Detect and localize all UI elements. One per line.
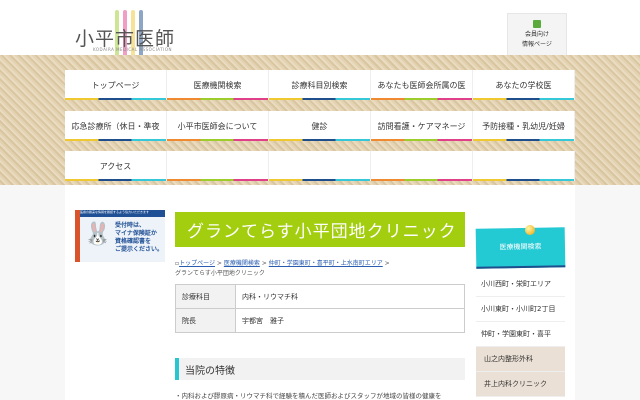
- sidebar-item[interactable]: 小川西町・栄町エリア: [476, 272, 565, 297]
- nav-row-3: アクセス: [65, 151, 575, 181]
- breadcrumb-current: グランてらす小平団地クリニック: [175, 270, 265, 277]
- nav-item[interactable]: 医療機関検索: [167, 70, 269, 100]
- pin-icon: [525, 225, 535, 235]
- nav-item[interactable]: アクセス: [65, 151, 167, 181]
- rabbit-mascot-icon: 🐰: [84, 222, 112, 247]
- section-heading: 当院の特徴: [175, 358, 465, 380]
- member-label-1: 会員向け: [524, 31, 549, 38]
- nav-item[interactable]: あなたも医師会所属の医: [371, 70, 473, 100]
- nav-empty: [269, 151, 371, 181]
- sidebar-item[interactable]: 小川東町・小川町2丁目: [476, 297, 565, 322]
- breadcrumb-link[interactable]: 仲町・学園東町・喜平町・上水南町エリア: [269, 260, 383, 267]
- logo-subtext: KODAIRA MEDICAL ASSOCIATION: [93, 47, 172, 52]
- breadcrumb-link[interactable]: 医療機関検索: [224, 260, 260, 267]
- sidebar-item[interactable]: 山之内整形外科: [476, 347, 565, 372]
- nav-empty: [371, 151, 473, 181]
- nav-item[interactable]: 健診: [269, 111, 371, 141]
- nav-item[interactable]: 訪問看護・ケアマネージ: [371, 111, 473, 141]
- nav-empty: [167, 151, 269, 181]
- page-title: グランてらす小平団地クリニック: [175, 212, 465, 247]
- sidebar-item[interactable]: 仲町・学園東町・喜平: [476, 322, 565, 347]
- nav-item[interactable]: 小平市医師会について: [167, 111, 269, 141]
- logo[interactable]: 小平市医師会 KODAIRA MEDICAL ASSOCIATION: [75, 10, 185, 77]
- lock-icon: [533, 20, 541, 28]
- banner-text: 受付時は、 マイナ保険証か 資格確認書を ご提示ください。: [115, 222, 164, 253]
- member-label-2: 情報ページ: [522, 41, 552, 48]
- nav-empty: [473, 151, 575, 181]
- breadcrumb: ▫トップページ > 医療機関検索 > 仲町・学園東町・喜平町・上水南町エリア >…: [175, 260, 390, 277]
- header: 小平市医師会 KODAIRA MEDICAL ASSOCIATION 会員向け …: [0, 0, 640, 77]
- table-row: 院長 宇都宮 雅子: [175, 308, 465, 333]
- breadcrumb-link[interactable]: トップページ: [179, 260, 215, 267]
- member-page-button[interactable]: 会員向け 情報ページ: [507, 13, 567, 58]
- section-body: ・内科および膠原病・リウマチ科で経験を積んだ医師およびスタッフが地域の皆様の健康…: [175, 392, 442, 400]
- clinic-info-table: 診療科目 内科・リウマチ科 院長 宇都宮 雅子: [175, 284, 465, 333]
- nav-item[interactable]: トップページ: [65, 70, 167, 100]
- nav-item[interactable]: 診療科目別検索: [269, 70, 371, 100]
- banner-top-text: 医療の確実な情報を確認するよう協力いただきます: [80, 210, 165, 217]
- nav-item[interactable]: 予防接種・乳幼児/妊婦: [473, 111, 575, 141]
- sidebar-list: 小川西町・栄町エリア 小川東町・小川町2丁目 仲町・学園東町・喜平 山之内整形外…: [476, 272, 565, 397]
- nav-item[interactable]: あなたの学校医: [473, 70, 575, 100]
- nav-row-2: 応急診療所（休日・準夜 小平市医師会について 健診 訪問看護・ケアマネージ 予防接種・乳…: [65, 111, 575, 141]
- sidebar-header[interactable]: 医療機関検索: [475, 227, 566, 269]
- sidebar-item[interactable]: 井上内科クリニック: [476, 372, 565, 397]
- nav-row-1: トップページ 医療機関検索 診療科目別検索 あなたも医師会所属の医 あなたの学校医: [65, 70, 575, 100]
- my-number-card-banner[interactable]: 医療の確実な情報を確認するよう協力いただきます 🐰 受付時は、 マイナ保険証か 資格…: [75, 210, 165, 262]
- nav-item[interactable]: 応急診療所（休日・準夜: [65, 111, 167, 141]
- table-row: 診療科目 内科・リウマチ科: [175, 284, 465, 309]
